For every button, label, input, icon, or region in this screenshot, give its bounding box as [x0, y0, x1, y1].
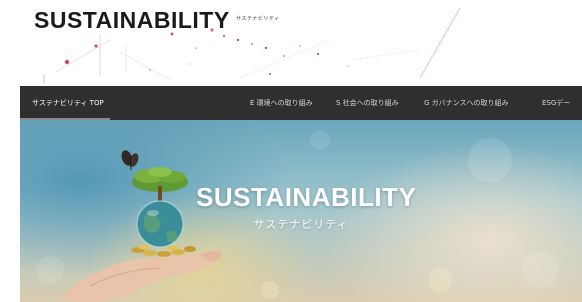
hero-subtitle: サステナビリティ [253, 218, 349, 231]
site-header: SUSTAINABILITY サステナビリティ [0, 0, 582, 86]
hero-banner: SUSTAINABILITY サステナビリティ [20, 120, 582, 302]
site-subtitle: サステナビリティ [236, 16, 280, 22]
nav-item-environment[interactable]: E 環境への取り組み [250, 86, 313, 120]
hand-icon [60, 251, 222, 302]
butterfly-icon [121, 150, 139, 171]
nav-item-social[interactable]: S 社会への取り組み [336, 86, 399, 120]
nav-item-sustainability-top[interactable]: サステナビリティ TOP [32, 86, 104, 120]
tree-icon [132, 167, 188, 202]
nav-item-governance[interactable]: G ガバナンスへの取り組み [424, 86, 509, 120]
main-navigation: サステナビリティ TOP E 環境への取り組み S 社会への取り組み G ガバナ… [20, 86, 582, 120]
nav-item-esg-data[interactable]: ESGデー [542, 86, 570, 120]
site-title: SUSTAINABILITY [34, 7, 230, 33]
hero-title: SUSTAINABILITY [196, 182, 417, 212]
